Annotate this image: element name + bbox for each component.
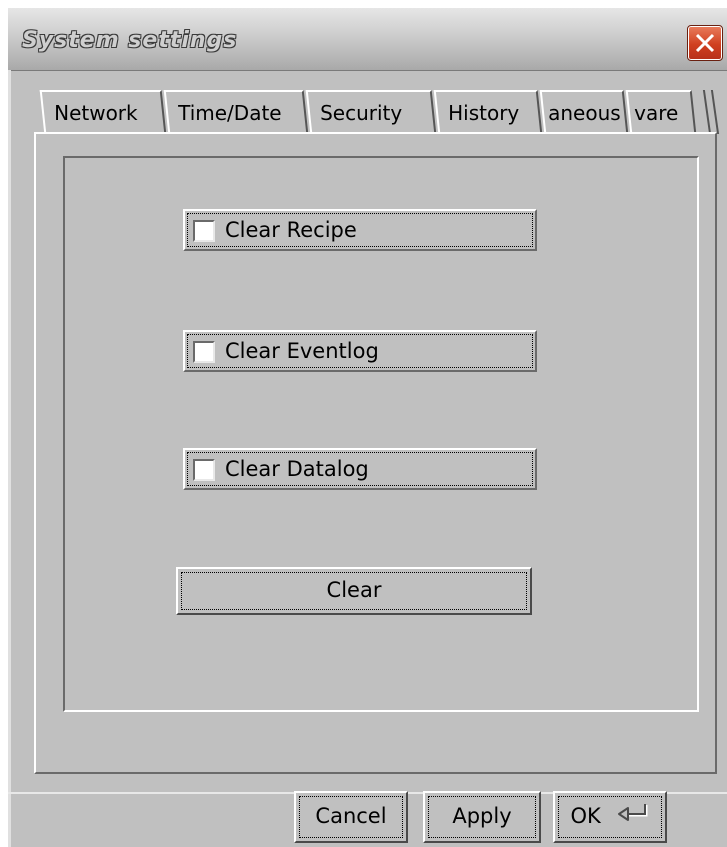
checkbox-box[interactable]: [193, 220, 215, 242]
tab-label: Time/Date: [178, 101, 282, 125]
tab-network[interactable]: Network: [39, 90, 167, 134]
tab-label: Security: [320, 101, 403, 125]
title-bar[interactable]: System settings: [8, 8, 727, 71]
clear-datalog-checkbox[interactable]: Clear Datalog: [183, 448, 537, 490]
tab-label: Network: [54, 101, 138, 125]
tab-label: aneous: [548, 101, 621, 125]
clear-button[interactable]: Clear: [176, 567, 532, 615]
apply-button-label: Apply: [452, 804, 512, 828]
tab-security[interactable]: Security: [305, 90, 437, 134]
clear-recipe-checkbox[interactable]: Clear Recipe: [183, 209, 537, 251]
tab-miscellaneous[interactable]: aneous: [539, 90, 629, 134]
checkbox-label: Clear Recipe: [225, 218, 357, 242]
enter-return-icon: [617, 804, 647, 821]
checkbox-box[interactable]: [193, 459, 215, 481]
tab-time-date[interactable]: Time/Date: [163, 90, 309, 134]
tab-label: History: [448, 101, 520, 125]
close-icon: [695, 33, 715, 53]
checkbox-box[interactable]: [193, 341, 215, 363]
clear-button-label: Clear: [326, 578, 382, 602]
window-title: System settings: [22, 28, 238, 53]
clear-eventlog-checkbox[interactable]: Clear Eventlog: [183, 330, 537, 372]
cancel-button-label: Cancel: [315, 804, 387, 828]
system-settings-window: System settings Network Time/Date Securi…: [8, 8, 727, 847]
checkbox-label: Clear Datalog: [225, 457, 369, 481]
ok-button-label: OK: [570, 804, 601, 828]
ok-button[interactable]: OK: [553, 791, 667, 843]
tab-strip: Network Time/Date Security History aneou…: [39, 90, 727, 134]
tab-label: vare: [634, 101, 679, 125]
tab-software[interactable]: vare: [625, 90, 697, 134]
apply-button[interactable]: Apply: [423, 791, 541, 843]
checkbox-label: Clear Eventlog: [225, 339, 379, 363]
cancel-button[interactable]: Cancel: [294, 791, 408, 843]
tab-history[interactable]: History: [433, 90, 543, 134]
window-frame-edge: [8, 70, 11, 847]
close-button[interactable]: [687, 25, 723, 61]
